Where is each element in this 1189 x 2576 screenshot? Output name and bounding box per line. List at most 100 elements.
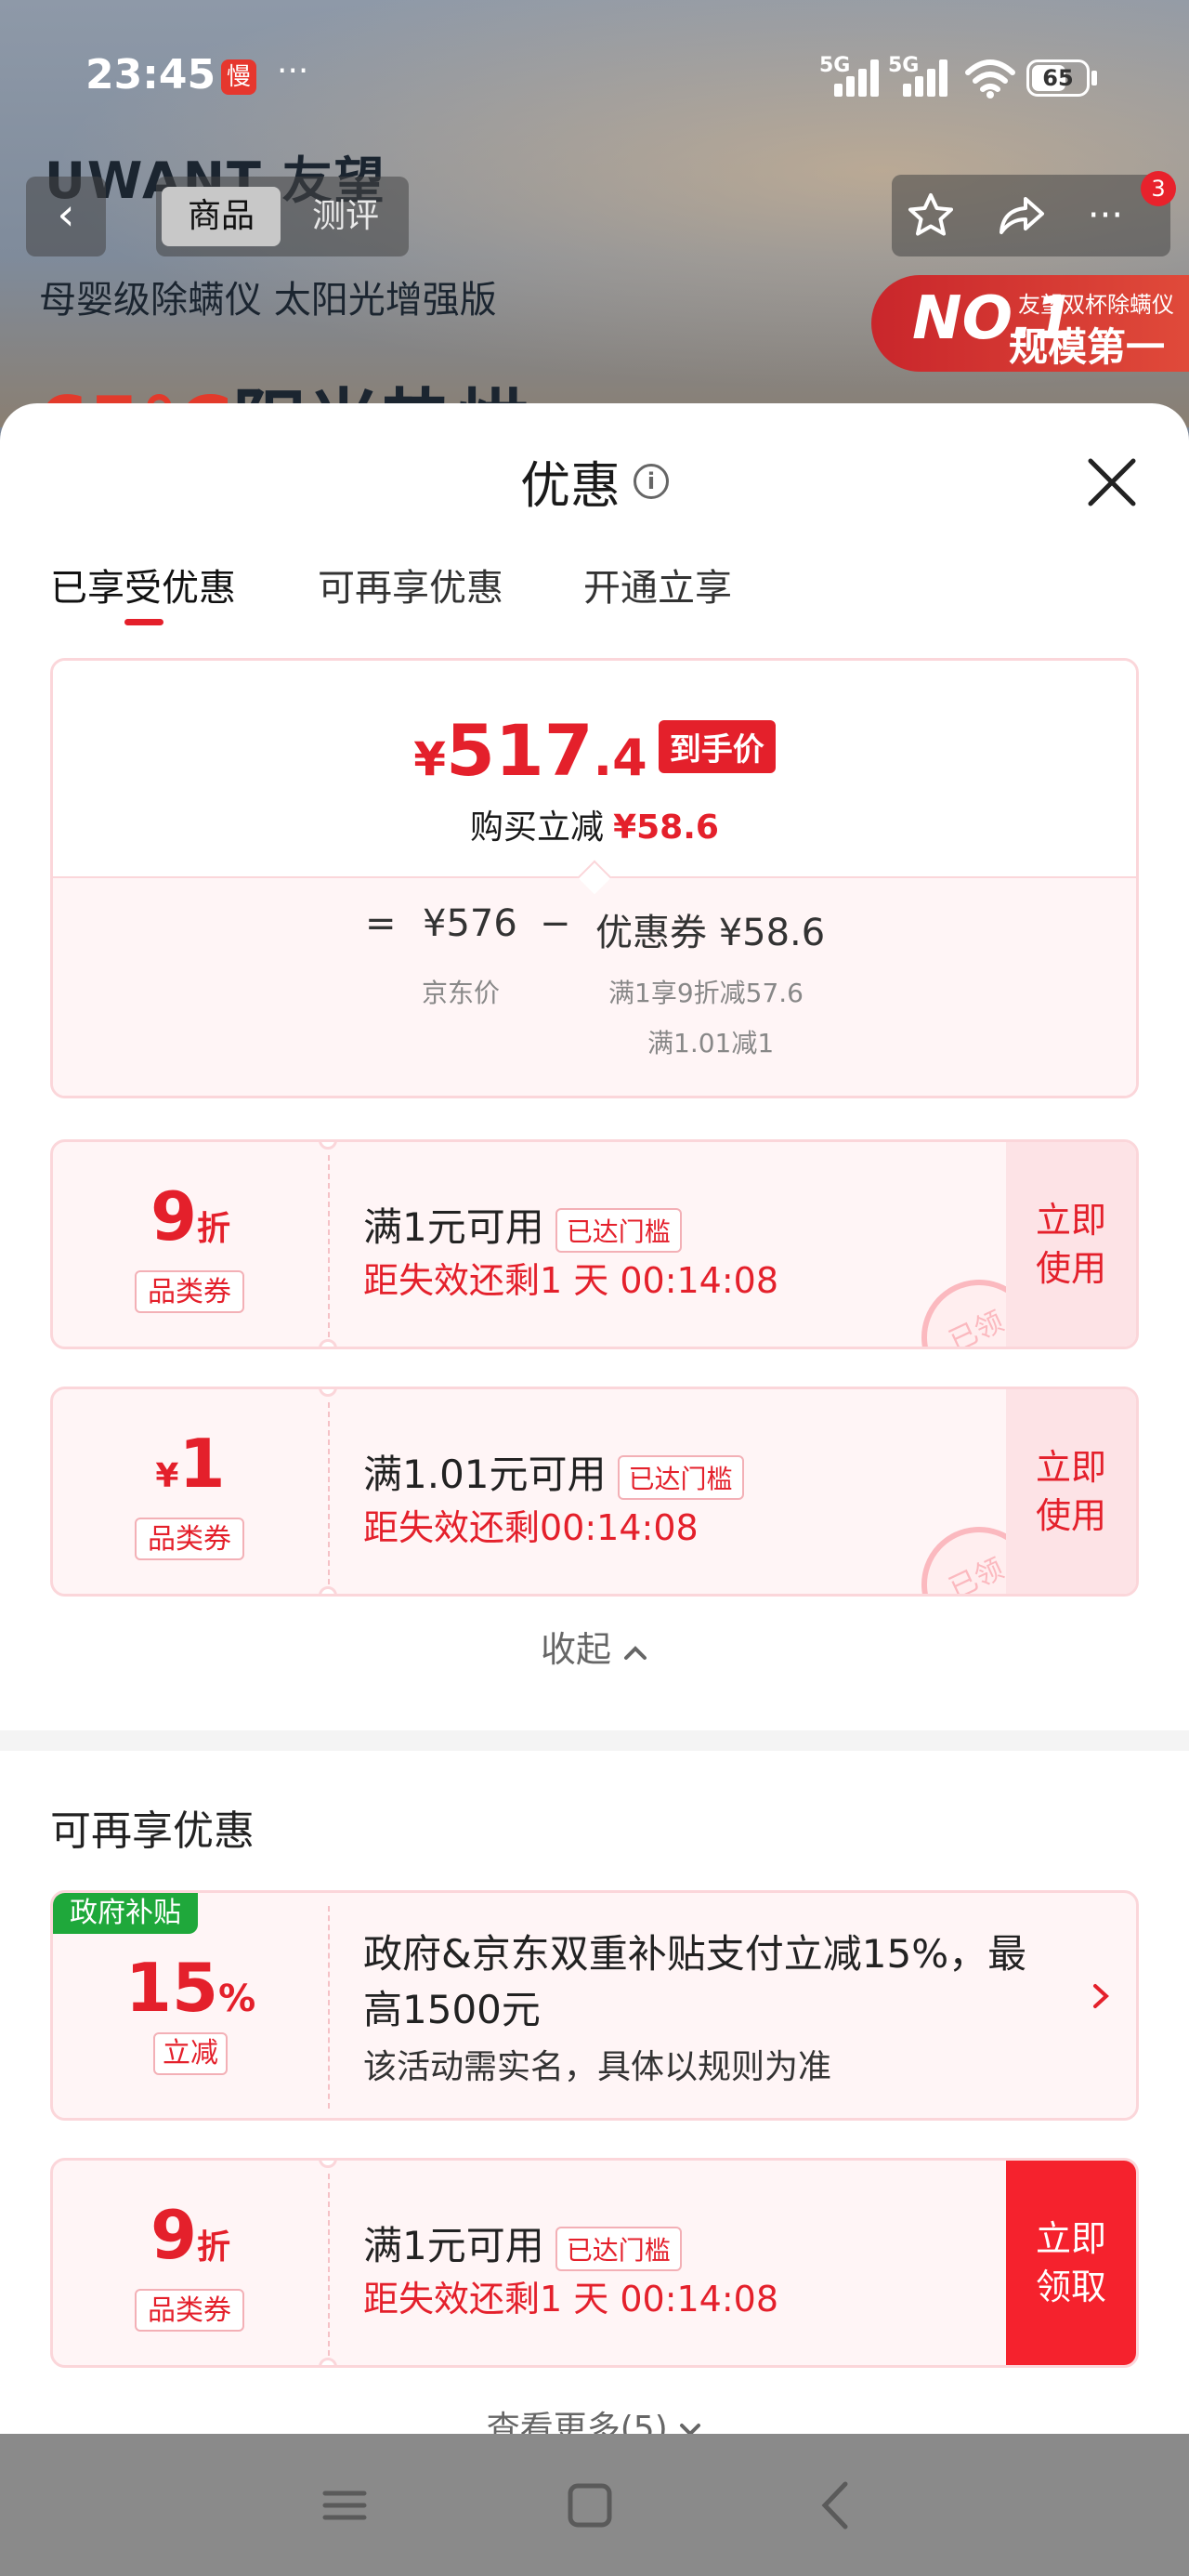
back-button[interactable]: ‹: [26, 177, 106, 256]
action-line-1: 立即: [1035, 1200, 1106, 1241]
rank-banner: NO.1 友望双杯除螨仪 规模第一: [871, 275, 1189, 372]
coupon-expiry: 距失效还剩1 天 00:14:08: [363, 1260, 779, 1301]
collapse-button[interactable]: 收起: [0, 1621, 1189, 1672]
final-price-row: ¥517.4 到手价: [53, 709, 1136, 792]
subsidy-value-unit: %: [218, 1978, 256, 2020]
gov-subsidy-card[interactable]: 政府补贴 15% 立减 政府&京东双重补贴支付立减15%，最高1500元 该活动…: [50, 1890, 1139, 2121]
battery-tip: [1091, 71, 1097, 85]
section-separator: [0, 1730, 1189, 1751]
more-count-badge: 3: [1141, 171, 1176, 206]
signal-2-icon: [903, 58, 953, 97]
threshold-badge: 已达门槛: [555, 2226, 682, 2271]
signal-1-icon: [834, 58, 884, 97]
sheet-header: 优惠 i: [0, 444, 1189, 518]
price-integer: 517: [446, 709, 594, 792]
final-price: ¥517.4: [413, 709, 647, 792]
tab-more-offers[interactable]: 可再享优惠: [318, 558, 503, 611]
use-now-button[interactable]: 立即 使用: [1006, 1142, 1136, 1347]
threshold-badge: 已达门槛: [555, 1207, 682, 1253]
action-line-2: 使用: [1035, 1495, 1106, 1536]
offers-sheet: 优惠 i 已享受优惠 可再享优惠 开通立享 ¥517.4 到手价 购买立减 ¥58.6…: [0, 403, 1189, 2434]
status-bar: 23:45 慢 ··· 5G 5G 65: [0, 0, 1189, 158]
coupon-condition-text: 满1.01元可用: [363, 1452, 607, 1497]
chevron-right-icon[interactable]: [1086, 1982, 1114, 2010]
coupon-value-currency: ¥: [155, 1457, 179, 1495]
chevron-down-icon: [680, 2424, 701, 2434]
action-line-1: 立即: [1035, 2218, 1106, 2259]
coupon-expiry: 距失效还剩00:14:08: [363, 1507, 699, 1548]
coupon-value-unit: 折: [197, 2228, 231, 2267]
coupon-detail-2: 满1.01减1: [647, 1028, 775, 1058]
price-breakdown: = ¥576 − 优惠券 ¥58.6 京东价 满1享9折减57.6 满1.01减…: [53, 876, 1136, 1096]
rank-line-1: 友望双杯除螨仪: [1018, 292, 1174, 318]
subsidy-note: 该活动需实名，具体以规则为准: [363, 2048, 832, 2086]
subsidy-value-number: 15: [124, 1949, 219, 2027]
threshold-badge: 已达门槛: [617, 1454, 744, 1500]
tab-enjoyed[interactable]: 已享受优惠: [50, 558, 236, 611]
tab-activate[interactable]: 开通立享: [583, 558, 732, 611]
coupon-type-tag: 品类券: [135, 1270, 244, 1313]
base-price-label: 京东价: [422, 978, 501, 1008]
coupon-condition-text: 满1元可用: [363, 2223, 544, 2268]
action-line-2: 领取: [1035, 2267, 1106, 2307]
info-icon[interactable]: i: [634, 463, 669, 499]
sheet-title: 优惠: [520, 456, 621, 515]
wifi-icon: [965, 59, 1015, 99]
equals-sign: =: [365, 902, 397, 945]
coupon-value-number: 1: [178, 1425, 226, 1503]
claim-now-button[interactable]: 立即 领取: [1006, 2161, 1136, 2365]
price-currency: ¥: [413, 732, 447, 786]
subsidy-tag: 立减: [153, 2032, 228, 2075]
product-nav-tabs: 商品 测评: [156, 177, 409, 256]
coupon-card-cash[interactable]: ¥1 品类券 满1.01元可用 已达门槛 距失效还剩00:14:08 已领 立即使…: [50, 1387, 1139, 1597]
battery-level: 65: [1042, 65, 1074, 91]
coupon-value: ¥1: [53, 1425, 328, 1503]
save-amount: ¥58.6: [613, 808, 719, 847]
chevron-up-icon: [624, 1645, 647, 1660]
close-icon[interactable]: [1083, 453, 1141, 511]
coupon-value-number: 9: [150, 2196, 198, 2274]
coupon-total: 优惠券 ¥58.6: [595, 912, 826, 954]
coupon-type-tag: 品类券: [135, 2289, 244, 2332]
subsidy-description: 政府&京东双重补贴支付立减15%，最高1500元: [363, 1931, 1027, 2032]
back-icon[interactable]: [804, 2473, 869, 2538]
coupon-type-tag: 品类券: [135, 1518, 244, 1560]
nav-tab-product[interactable]: 商品: [162, 187, 281, 246]
favorite-star-icon[interactable]: [903, 188, 959, 243]
minus-sign: −: [540, 902, 571, 945]
menu-icon[interactable]: [312, 2473, 377, 2538]
coupon-card-discount[interactable]: 9折 品类券 满1元可用 已达门槛 距失效还剩1 天 00:14:08 已领 立即…: [50, 1139, 1139, 1349]
more-menu-icon[interactable]: ···: [1078, 188, 1133, 243]
collapse-label: 收起: [540, 1629, 611, 1670]
action-line-1: 立即: [1035, 1447, 1106, 1488]
view-more-button[interactable]: 查看更多(5): [0, 2401, 1189, 2434]
use-now-button[interactable]: 立即 使用: [1006, 1389, 1136, 1594]
app-notification-icon: 慢: [221, 59, 256, 95]
price-summary-card: ¥517.4 到手价 购买立减 ¥58.6 = ¥576 − 优惠券 ¥58.6 京…: [50, 658, 1139, 1098]
coupon-condition-text: 满1元可用: [363, 1204, 544, 1250]
coupon-condition: 满1元可用 已达门槛: [363, 2215, 682, 2271]
rank-line-2: 规模第一: [1009, 324, 1166, 370]
coupon-condition: 满1元可用 已达门槛: [363, 1196, 682, 1253]
coupon-value: 9折: [53, 1177, 328, 1255]
save-label: 购买立减: [470, 808, 605, 847]
coupon-detail-1: 满1享9折减57.6: [608, 978, 804, 1008]
home-icon[interactable]: [557, 2473, 622, 2538]
system-nav-bar: [0, 2434, 1189, 2576]
status-time: 23:45: [85, 51, 216, 99]
price-decimal: .4: [593, 729, 647, 787]
nav-tab-review[interactable]: 测评: [290, 187, 401, 246]
instant-save-row: 购买立减 ¥58.6: [53, 800, 1136, 848]
coupon-value-unit: 折: [197, 1210, 231, 1248]
share-icon[interactable]: [994, 188, 1050, 243]
product-actions: ··· 3: [892, 171, 1176, 256]
more-notifications-icon: ···: [277, 52, 309, 90]
active-tab-indicator: [124, 619, 163, 625]
coupon-value: 9折: [53, 2196, 328, 2274]
section-title: 可再享优惠: [50, 1807, 255, 1855]
battery-icon: 65: [1026, 59, 1090, 97]
claimable-coupon-card[interactable]: 9折 品类券 满1元可用 已达门槛 距失效还剩1 天 00:14:08 立即 领取: [50, 2158, 1139, 2368]
product-subtitle: 母婴级除螨仪 太阳光增强版: [39, 279, 497, 322]
subsidy-value: 15%: [53, 1949, 328, 2027]
action-line-2: 使用: [1035, 1248, 1106, 1289]
